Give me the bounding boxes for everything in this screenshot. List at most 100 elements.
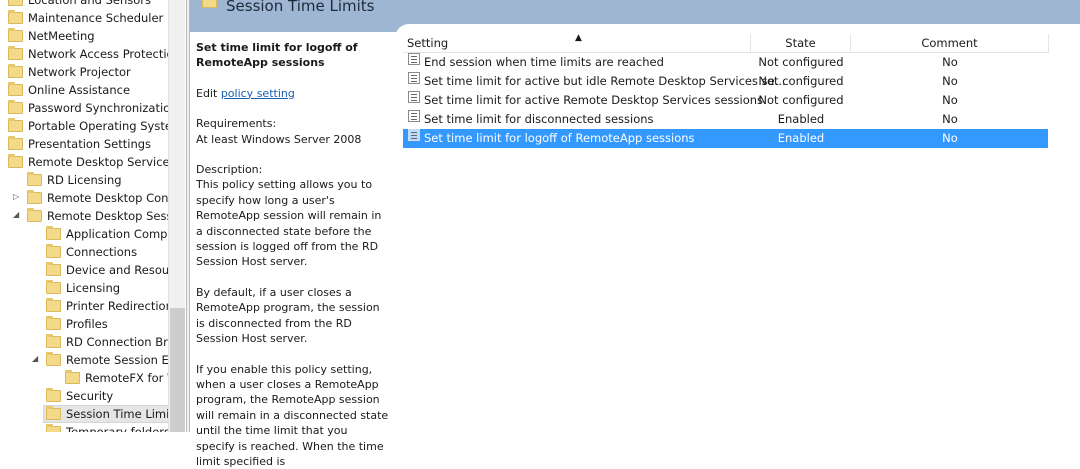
tree-item[interactable]: Remote Session Environment — [46, 351, 168, 369]
tree-scrollbar[interactable]: ⌃ — [168, 0, 185, 432]
tree-item[interactable]: RD Licensing — [27, 171, 122, 189]
tree-item[interactable]: Temporary folders — [46, 423, 168, 432]
tree-item[interactable]: Remote Desktop Connection Client — [27, 189, 168, 207]
tree-item[interactable]: Location and Sensors — [8, 0, 151, 9]
tree-item[interactable]: Presentation Settings — [8, 135, 151, 153]
tree-item-label: NetMeeting — [28, 27, 95, 45]
collapse-arrow-icon[interactable]: ◢ — [13, 210, 19, 219]
tree-item-label: Application Compatibility — [66, 225, 168, 243]
tree-item[interactable]: Online Assistance — [8, 81, 130, 99]
setting-state: Not configured — [751, 53, 851, 72]
description-paragraph: By default, if a user closes a RemoteApp… — [196, 285, 389, 347]
setting-name: Set time limit for active Remote Desktop… — [424, 91, 763, 110]
scrollbar-thumb[interactable] — [170, 308, 185, 432]
policy-row[interactable]: Set time limit for active Remote Desktop… — [403, 91, 1048, 110]
tree-item-label: Location and Sensors — [28, 0, 151, 9]
setting-name: Set time limit for disconnected sessions — [424, 110, 654, 129]
expand-arrow-icon[interactable]: ▷ — [13, 192, 19, 201]
tree-item-label: RD Connection Broker — [66, 333, 168, 351]
tree-item-label: Printer Redirection — [66, 297, 168, 315]
tree-item-label: Remote Desktop Services — [28, 153, 168, 171]
folder-icon — [46, 264, 61, 276]
tree-item-label: RemoteFX for Windows Server — [85, 369, 168, 387]
folder-icon — [8, 30, 23, 42]
policy-setting-icon — [408, 110, 420, 122]
tree-item[interactable]: Licensing — [46, 279, 120, 297]
tree-item-label: Remote Desktop Session Host — [47, 207, 168, 225]
tree-item-label: Connections — [66, 243, 137, 261]
tree-item-label: Temporary folders — [66, 423, 168, 432]
tree-item[interactable]: Remote Desktop Services — [8, 153, 168, 171]
folder-icon — [8, 120, 23, 132]
setting-comment: No — [851, 91, 1049, 110]
tree-item[interactable]: Security — [46, 387, 113, 405]
folder-icon — [8, 138, 23, 150]
setting-comment: No — [851, 129, 1049, 148]
tree-item-label: Network Projector — [28, 63, 131, 81]
folder-icon — [46, 228, 61, 240]
folder-icon — [27, 192, 42, 204]
policy-title: Set time limit for logoff of RemoteApp s… — [196, 40, 389, 71]
tree-item[interactable]: Network Projector — [8, 63, 131, 81]
folder-icon — [27, 174, 42, 186]
setting-state: Not configured — [751, 72, 851, 91]
policy-row[interactable]: Set time limit for logoff of RemoteApp s… — [403, 129, 1048, 148]
tree-item[interactable]: Application Compatibility — [46, 225, 168, 243]
tree-item[interactable]: Connections — [46, 243, 137, 261]
scroll-up-arrow-icon[interactable]: ⌃ — [172, 0, 180, 7]
page-title: Session Time Limits — [226, 0, 374, 15]
folder-icon — [46, 390, 61, 402]
edit-policy-setting-link[interactable]: policy setting — [221, 87, 295, 100]
folder-icon — [202, 0, 217, 8]
folder-icon — [46, 426, 61, 432]
tree-item[interactable]: Password Synchronization — [8, 99, 168, 117]
policy-row[interactable]: End session when time limits are reached… — [403, 53, 1048, 72]
setting-name: Set time limit for logoff of RemoteApp s… — [424, 129, 695, 148]
tree-item[interactable]: Session Time Limits — [43, 405, 168, 423]
column-header-comment[interactable]: Comment — [851, 34, 1049, 53]
tree-item[interactable]: Printer Redirection — [46, 297, 168, 315]
setting-state: Enabled — [751, 129, 851, 148]
policy-row[interactable]: Set time limit for active but idle Remot… — [403, 72, 1048, 91]
tree-item-label: Security — [66, 387, 113, 405]
folder-icon — [8, 84, 23, 96]
tree-item[interactable]: RemoteFX for Windows Server — [65, 369, 168, 387]
tree-item[interactable]: Profiles — [46, 315, 108, 333]
description-paragraph: If you enable this policy setting, when … — [196, 362, 389, 469]
collapse-arrow-icon[interactable]: ◢ — [32, 354, 38, 363]
column-header-setting[interactable]: Setting ▲ — [403, 34, 751, 53]
folder-icon — [65, 372, 80, 384]
policy-row[interactable]: Set time limit for disconnected sessions… — [403, 110, 1048, 129]
setting-state: Enabled — [751, 110, 851, 129]
folder-icon — [8, 66, 23, 78]
tree-item[interactable]: Remote Desktop Session Host — [27, 207, 168, 225]
tree-item-label: Device and Resource Redirection — [66, 261, 168, 279]
folder-icon — [46, 354, 61, 366]
tree-item-label: Presentation Settings — [28, 135, 151, 153]
folder-icon — [46, 408, 61, 420]
folder-icon — [46, 300, 61, 312]
folder-icon — [8, 102, 23, 114]
tree-item[interactable]: Network Access Protection — [8, 45, 168, 63]
tree-item-label: Portable Operating System — [28, 117, 168, 135]
folder-icon — [46, 336, 61, 348]
folder-icon — [8, 48, 23, 60]
tree-item[interactable]: Portable Operating System — [8, 117, 168, 135]
tree-item[interactable]: Device and Resource Redirection — [46, 261, 168, 279]
tree-item[interactable]: NetMeeting — [8, 27, 95, 45]
extended-description-pane: Set time limit for logoff of RemoteApp s… — [190, 32, 395, 432]
tree-item-label: Online Assistance — [28, 81, 130, 99]
folder-icon — [46, 282, 61, 294]
column-setting-label: Setting — [407, 36, 448, 50]
tree-item[interactable]: Maintenance Scheduler — [8, 9, 163, 27]
setting-comment: No — [851, 72, 1049, 91]
column-header-state[interactable]: State — [751, 34, 851, 53]
folder-icon — [46, 318, 61, 330]
settings-list: Setting ▲ State Comment End session when… — [395, 24, 1080, 432]
folder-icon — [8, 0, 23, 6]
requirements-label: Requirements: — [196, 117, 276, 130]
tree-item[interactable]: RD Connection Broker — [46, 333, 168, 351]
tree-item-label: Network Access Protection — [28, 45, 168, 63]
tree-item-label: Remote Desktop Connection Client — [47, 189, 168, 207]
tree-item-label: RD Licensing — [47, 171, 122, 189]
